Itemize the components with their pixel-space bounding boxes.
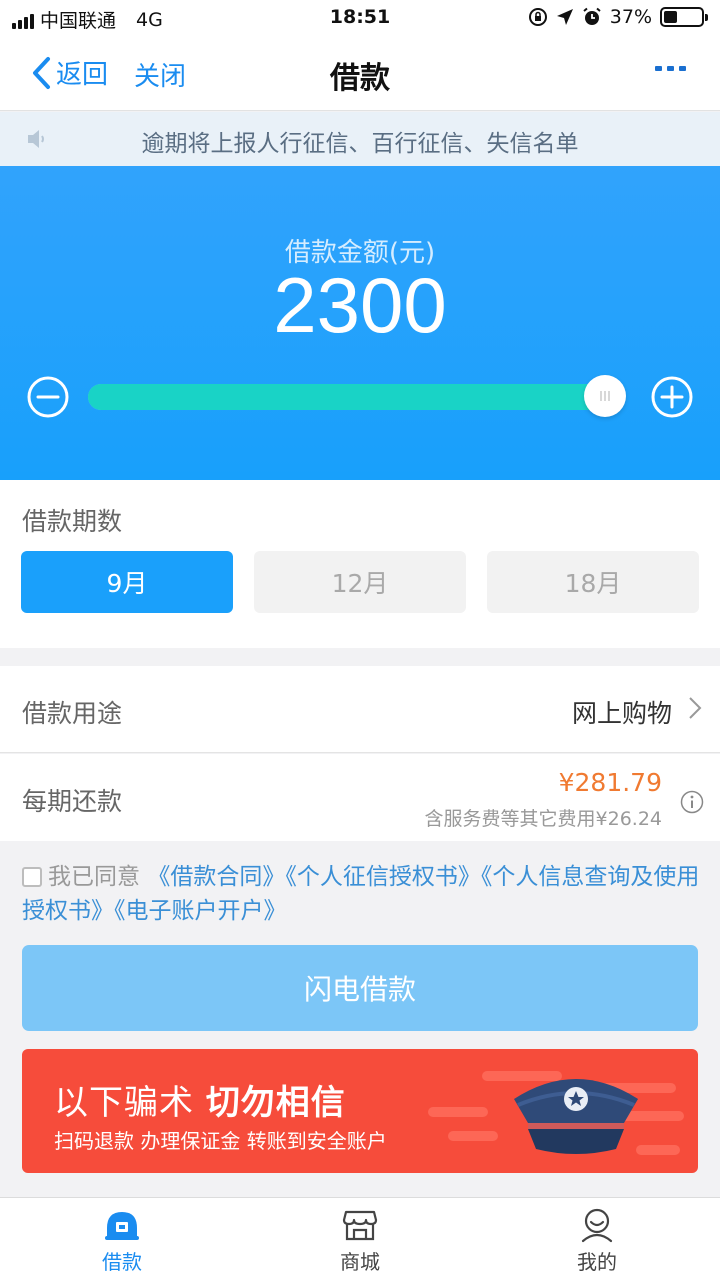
chevron-right-icon <box>689 697 702 719</box>
tab-store[interactable]: 商城 <box>290 1206 430 1275</box>
warning-headline-bold: 切勿相信 <box>205 1083 346 1123</box>
purpose-row[interactable]: 借款用途 网上购物 <box>0 666 720 753</box>
status-right: 37% <box>528 6 708 28</box>
warning-subtext: 扫码退款 办理保证金 转账到安全账户 <box>54 1129 387 1153</box>
period-title: 借款期数 <box>22 507 123 536</box>
tab-profile[interactable]: 我的 <box>527 1206 667 1275</box>
grip-icon <box>600 391 611 401</box>
increase-amount-button[interactable] <box>650 375 694 423</box>
chevron-left-icon <box>33 56 50 89</box>
more-icon <box>655 66 686 71</box>
back-label: 返回 <box>56 60 109 90</box>
loan-icon <box>105 1212 139 1240</box>
purpose-value: 网上购物 <box>571 699 672 728</box>
credit-authorization-link[interactable]: 《个人征信授权书》 <box>285 864 481 890</box>
tab-loan-label: 借款 <box>102 1250 142 1274</box>
amount-slider-handle[interactable] <box>584 375 627 417</box>
store-icon <box>342 1210 378 1241</box>
repayment-label: 每期还款 <box>22 787 123 816</box>
amount-value: 2300 <box>273 261 447 349</box>
close-button[interactable]: 关闭 <box>134 56 186 93</box>
agreement-checkbox[interactable] <box>22 867 42 887</box>
repayment-row: 每期还款 ¥281.79 含服务费等其它费用¥26.24 <box>0 754 720 841</box>
electronic-account-link[interactable]: 《电子账户开户》 <box>114 898 287 924</box>
tab-bar: 借款 商城 我的 <box>0 1197 720 1280</box>
plus-circle-icon <box>651 376 693 418</box>
notice-bar: 逾期将上报人行征信、百行征信、失信名单 <box>0 112 720 166</box>
repayment-amount: ¥281.79 <box>558 768 662 797</box>
period-option-9[interactable]: 9月 <box>21 551 233 613</box>
tab-loan[interactable]: 借款 <box>52 1206 192 1275</box>
minus-circle-icon <box>27 376 69 418</box>
agreement-prefix: 我已同意 <box>48 864 140 890</box>
police-cap-icon <box>428 1071 684 1155</box>
amount-panel: 借款金额(元) 2300 <box>0 166 720 480</box>
period-option-18[interactable]: 18月 <box>487 551 699 613</box>
warning-headline-normal: 以下骗术 <box>54 1083 206 1123</box>
period-section: 借款期数 9月 12月 18月 <box>0 480 720 648</box>
decrease-amount-button[interactable] <box>26 375 70 423</box>
period-option-12[interactable]: 12月 <box>254 551 466 613</box>
location-icon <box>556 9 573 25</box>
nav-bar: 返回 关闭 借款 <box>0 36 720 111</box>
warning-headline: 以下骗术 切勿相信 <box>54 1075 346 1124</box>
tab-profile-label: 我的 <box>577 1250 617 1274</box>
notice-text: 逾期将上报人行征信、百行征信、失信名单 <box>141 131 579 157</box>
amount-slider-fill <box>88 384 606 410</box>
agreement-text: 我已同意 《借款合同》《个人征信授权书》《个人信息查询及使用授权书》《电子账户开… <box>22 860 702 928</box>
alarm-icon <box>583 7 601 25</box>
loan-contract-link[interactable]: 《借款合同》 <box>147 864 285 890</box>
submit-loan-button[interactable]: 闪电借款 <box>22 945 698 1031</box>
tab-store-label: 商城 <box>340 1250 380 1274</box>
rotation-lock-icon <box>528 8 547 26</box>
more-button[interactable] <box>654 58 688 77</box>
amount-slider-track[interactable] <box>88 384 616 410</box>
battery-icon <box>660 7 708 27</box>
profile-icon <box>581 1208 613 1243</box>
fraud-warning-banner[interactable]: 以下骗术 切勿相信 扫码退款 办理保证金 转账到安全账户 <box>22 1049 698 1173</box>
back-button[interactable]: 返回 <box>30 54 108 91</box>
repayment-fee-note: 含服务费等其它费用¥26.24 <box>424 808 662 830</box>
purpose-label: 借款用途 <box>22 699 123 728</box>
battery-percent: 37% <box>609 6 652 28</box>
status-bar: 中国联通 4G 18:51 37% <box>0 0 720 36</box>
info-icon[interactable] <box>680 790 704 814</box>
